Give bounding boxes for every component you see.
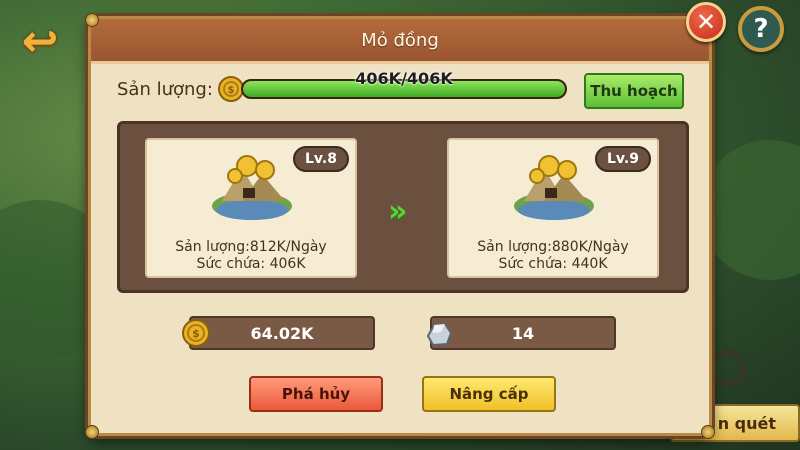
copper-mine-icon (514, 155, 594, 220)
scan-button-label: n quét (717, 413, 776, 433)
destroy-button[interactable]: Phá hủy (249, 376, 383, 412)
dialog-titlebar: Mỏ đồng (91, 19, 709, 64)
coin-cost-box: 64.02K (189, 316, 375, 350)
gear-icon (710, 350, 746, 386)
next-capacity-text: Sức chứa: 440K (498, 256, 608, 272)
upgrade-button[interactable]: Nâng cấp (422, 376, 556, 412)
corner-rivet (701, 425, 715, 439)
corner-rivet (85, 13, 99, 27)
harvest-button-label: Thu hoạch (590, 82, 678, 100)
next-level-card: Lv.9 Sản lượng:880K/Ngày Sức chứa: 440K (447, 138, 659, 278)
close-icon: ✕ (695, 8, 717, 36)
production-value: 406K/406K (355, 69, 453, 88)
coin-icon: $ (182, 319, 210, 347)
current-production-text: Sản lượng:812K/Ngày (175, 239, 327, 255)
level-compare-panel: Lv.8 Sản lượng:812K/Ngày Sức chứa: 406K … (117, 121, 689, 293)
coin-cost-value: 64.02K (250, 323, 314, 343)
production-label: Sản lượng: (117, 79, 213, 100)
svg-text:$: $ (192, 327, 200, 340)
current-capacity-text: Sức chứa: 406K (196, 256, 306, 272)
stone-cost-box: 14 (430, 316, 616, 350)
harvest-button[interactable]: Thu hoạch (584, 73, 684, 109)
current-level-card: Lv.8 Sản lượng:812K/Ngày Sức chứa: 406K (145, 138, 357, 278)
close-button[interactable]: ✕ (686, 2, 726, 42)
background-foliage (700, 140, 800, 280)
stone-icon (426, 322, 453, 347)
next-production-text: Sản lượng:880K/Ngày (477, 239, 629, 255)
help-icon: ? (753, 14, 769, 44)
stone-cost-value: 14 (511, 323, 535, 343)
level-badge: Lv.8 (293, 146, 349, 172)
double-chevron-right-icon: » (388, 194, 408, 229)
copper-mine-icon (212, 155, 292, 220)
upgrade-button-label: Nâng cấp (449, 385, 529, 403)
destroy-button-label: Phá hủy (281, 385, 351, 403)
level-badge: Lv.9 (595, 146, 651, 172)
copper-mine-dialog: Mỏ đồng Sản lượng: $ 406K/406K Thu hoạch… (85, 13, 715, 439)
dialog-title: Mỏ đồng (361, 29, 439, 51)
back-arrow-icon[interactable]: ↩ (14, 16, 66, 67)
help-button[interactable]: ? (738, 6, 784, 52)
svg-text:$: $ (228, 85, 235, 96)
corner-rivet (85, 425, 99, 439)
